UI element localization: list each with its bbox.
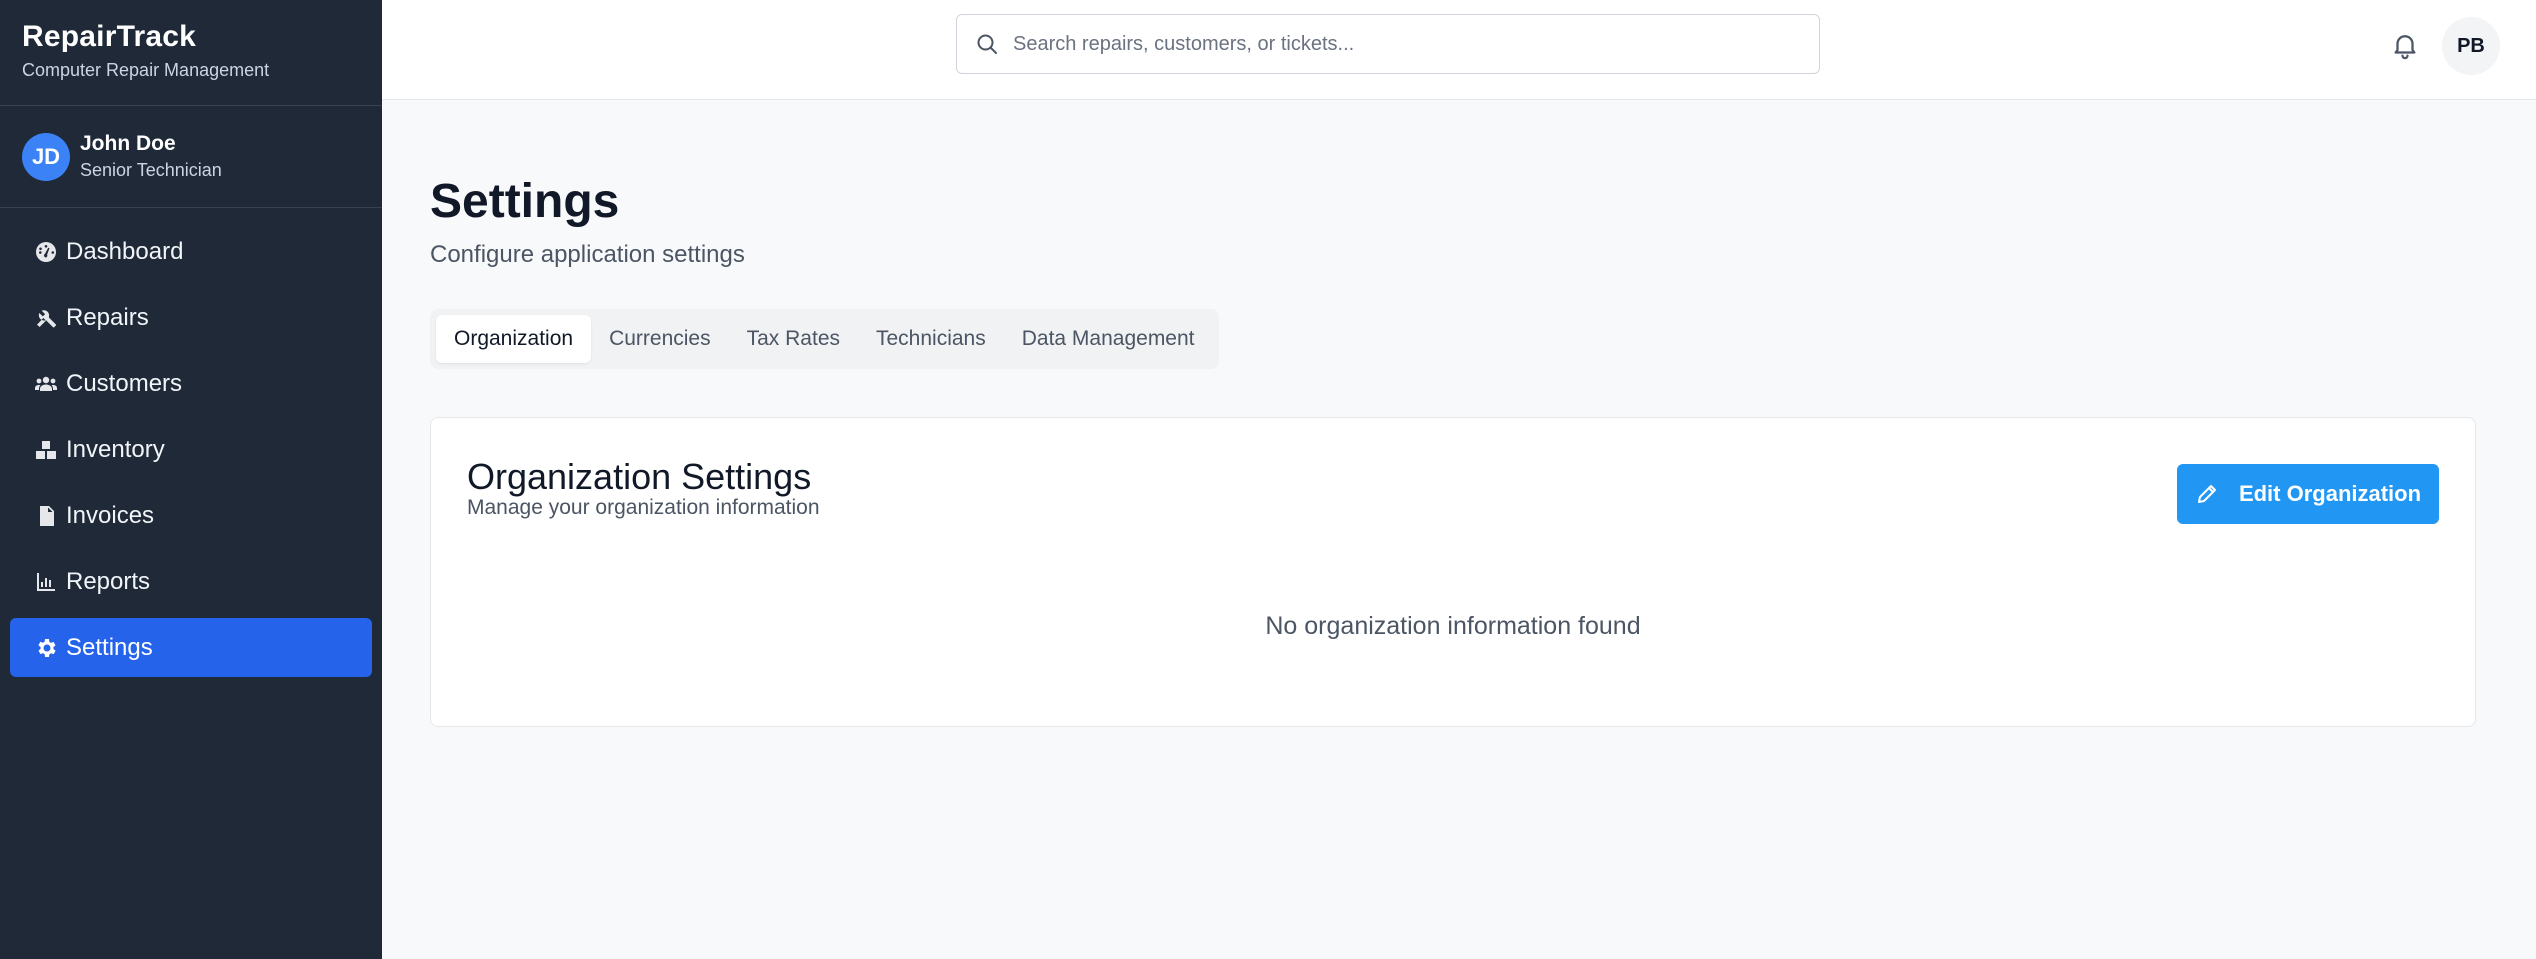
avatar: JD <box>22 132 70 181</box>
sidebar-item-repairs[interactable]: Repairs <box>10 288 372 347</box>
search-input[interactable] <box>1013 24 1819 64</box>
sidebar-item-label: Invoices <box>66 501 155 529</box>
edit-organization-button[interactable]: Edit Organization <box>2177 464 2439 524</box>
dashboard-icon <box>34 239 64 265</box>
sidebar-item-label: Inventory <box>66 435 165 463</box>
notifications-button[interactable] <box>2390 30 2420 60</box>
sidebar-item-label: Dashboard <box>66 237 184 265</box>
sidebar-item-label: Repairs <box>66 303 149 331</box>
search-icon <box>977 34 997 54</box>
search-box[interactable] <box>956 14 1820 74</box>
sidebar-item-customers[interactable]: Customers <box>10 354 372 413</box>
tab-technicians[interactable]: Technicians <box>858 315 1004 363</box>
bell-icon <box>2394 35 2416 60</box>
invoice-icon <box>34 503 64 529</box>
user-profile: JD John Doe Senior Technician <box>0 106 382 208</box>
tab-data-management[interactable]: Data Management <box>1004 315 1213 363</box>
sidebar-item-label: Settings <box>66 633 153 661</box>
card-subtitle: Manage your organization information <box>467 496 820 519</box>
brand-subtitle: Computer Repair Management <box>22 60 270 80</box>
boxes-icon <box>34 437 64 463</box>
app: RepairTrack Computer Repair Management J… <box>0 0 2536 959</box>
tab-organization[interactable]: Organization <box>436 315 592 363</box>
organization-card: Organization Settings Manage your organi… <box>430 417 2476 727</box>
sidebar-item-settings[interactable]: Settings <box>10 618 372 677</box>
sidebar-item-label: Customers <box>66 369 183 397</box>
user-info: John Doe Senior Technician <box>80 132 222 181</box>
page-title: Settings <box>430 175 620 228</box>
sidebar-item-reports[interactable]: Reports <box>10 552 372 611</box>
profile-avatar[interactable]: PB <box>2442 17 2500 75</box>
sidebar-item-label: Reports <box>66 567 151 595</box>
main-content: PB Settings Configure application settin… <box>382 0 2536 959</box>
sidebar-item-inventory[interactable]: Inventory <box>10 420 372 479</box>
chart-icon <box>34 569 64 595</box>
page-subtitle: Configure application settings <box>430 241 745 268</box>
tab-tax-rates[interactable]: Tax Rates <box>729 315 858 363</box>
empty-state-text: No organization information found <box>1265 612 1641 640</box>
sidebar-item-invoices[interactable]: Invoices <box>10 486 372 545</box>
gear-icon <box>34 635 64 661</box>
brand-title: RepairTrack <box>22 20 196 53</box>
card-title: Organization Settings <box>467 456 812 497</box>
users-icon <box>34 371 64 397</box>
sidebar-nav: Dashboard Repairs Customers Inventory In… <box>0 208 382 677</box>
edit-organization-label: Edit Organization <box>2238 481 2422 506</box>
settings-page: Settings Configure application settings … <box>382 174 2536 727</box>
sidebar-item-dashboard[interactable]: Dashboard <box>10 222 372 281</box>
tab-currencies[interactable]: Currencies <box>591 315 729 363</box>
user-name: John Doe <box>80 132 176 155</box>
user-role: Senior Technician <box>80 160 222 180</box>
tools-icon <box>34 305 64 331</box>
settings-tabs: Organization Currencies Tax Rates Techni… <box>430 309 1219 369</box>
brand: RepairTrack Computer Repair Management <box>0 0 382 106</box>
pencil-icon <box>2197 485 2216 503</box>
sidebar: RepairTrack Computer Repair Management J… <box>0 0 382 959</box>
topbar: PB <box>382 0 2536 100</box>
